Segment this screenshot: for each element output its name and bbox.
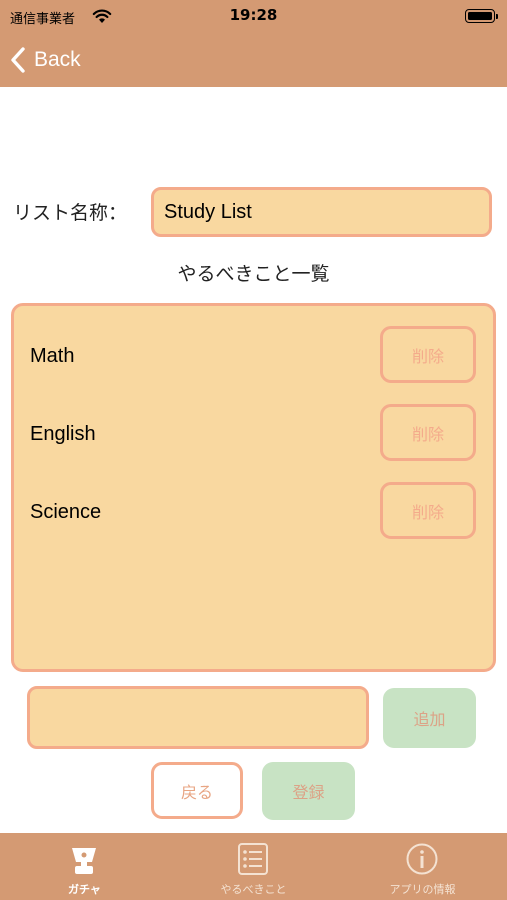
todo-item-english: English 削除 (14, 404, 493, 464)
todo-list-heading: やるべきこと一覧 (177, 263, 330, 285)
todo-item-label: Science (30, 500, 102, 523)
status-bar: 通信事業者 19:28 (0, 0, 507, 34)
delete-button-english[interactable]: 削除 (380, 404, 476, 461)
return-button[interactable]: 戻る (151, 762, 243, 819)
navigation-bar: Back (0, 34, 507, 87)
gacha-icon (72, 848, 96, 874)
todo-item-math: Math 削除 (14, 326, 493, 386)
delete-button-science[interactable]: 削除 (380, 482, 476, 539)
tab-label: ガチャ (68, 883, 101, 896)
battery-icon (465, 9, 498, 23)
new-todo-input[interactable] (27, 686, 369, 749)
delete-button-math[interactable]: 削除 (380, 326, 476, 383)
list-icon (238, 843, 268, 875)
info-icon (406, 843, 438, 875)
tab-todo[interactable]: やるべきこと (169, 833, 338, 900)
back-button[interactable]: Back (10, 44, 81, 76)
todo-item-label: Math (30, 344, 75, 367)
list-name-label: リスト名称： (13, 202, 128, 224)
list-name-input[interactable]: Study List (151, 187, 492, 237)
register-button[interactable]: 登録 (262, 762, 355, 820)
tab-gacha[interactable]: ガチャ (0, 833, 169, 900)
chevron-left-icon (11, 47, 25, 73)
todo-item-label: English (30, 422, 96, 445)
tab-bar: ガチャ やるべきこと アプリの情報 (0, 833, 507, 900)
add-button[interactable]: 追加 (383, 688, 476, 748)
todo-list-panel: Math 削除 English 削除 Science 削除 (11, 303, 496, 672)
status-time: 19:28 (229, 6, 278, 24)
back-button-label: Back (34, 48, 81, 71)
tab-app-info[interactable]: アプリの情報 (338, 833, 507, 900)
todo-item-science: Science 削除 (14, 482, 493, 542)
tab-label: アプリの情報 (389, 883, 456, 896)
tab-label: やるべきこと (220, 883, 287, 896)
